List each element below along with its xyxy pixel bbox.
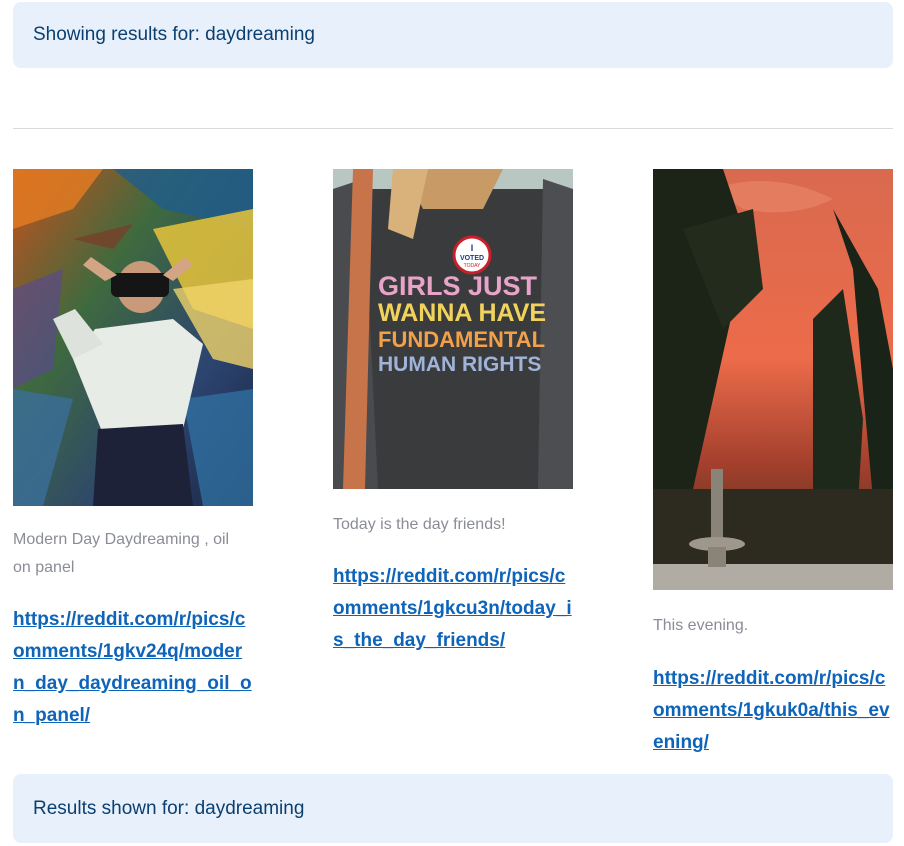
shirt-line-3: FUNDAMENTAL — [378, 327, 545, 352]
result-card: Modern Day Daydreaming , oil on panel ht… — [13, 169, 253, 732]
result-link[interactable]: https://reddit.com/r/pics/comments/1gkuk… — [653, 663, 893, 759]
result-caption: This evening. — [653, 617, 749, 634]
result-image[interactable]: I VOTED TODAY GIRLS JUST WANNA HAVE FUND… — [333, 169, 573, 489]
sticker-line-2: VOTED — [460, 255, 484, 262]
search-summary-text: Showing results for: daydreaming — [33, 24, 315, 45]
results-footer-banner: Results shown for: daydreaming — [13, 774, 893, 843]
result-image[interactable] — [653, 169, 893, 590]
result-link[interactable]: https://reddit.com/r/pics/comments/1gkcu… — [333, 561, 573, 657]
shirt-line-4: HUMAN RIGHTS — [378, 353, 541, 376]
result-caption: Today is the day friends! — [333, 516, 506, 533]
sticker-line-1: I — [471, 243, 474, 253]
shirt-line-1: GIRLS JUST — [378, 271, 538, 301]
sticker-line-3: TODAY — [464, 263, 481, 269]
divider — [13, 128, 893, 129]
results-footer-text: Results shown for: daydreaming — [33, 797, 305, 819]
search-summary-banner: Showing results for: daydreaming — [13, 2, 893, 68]
result-card: I VOTED TODAY GIRLS JUST WANNA HAVE FUND… — [333, 169, 573, 657]
result-card: This evening. https://reddit.com/r/pics/… — [653, 169, 893, 759]
result-link[interactable]: https://reddit.com/r/pics/comments/1gkv2… — [13, 604, 253, 732]
shirt-line-2: WANNA HAVE — [378, 299, 546, 327]
result-image[interactable] — [13, 169, 253, 506]
result-caption: Modern Day Daydreaming , oil on panel — [13, 531, 230, 576]
